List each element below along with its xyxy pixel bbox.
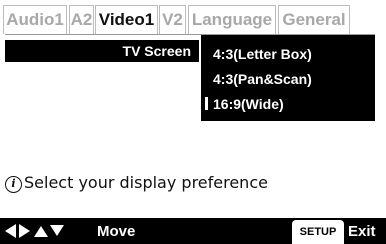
info-line: i Select your display preference	[5, 170, 375, 196]
setting-list: TV Screen	[5, 35, 201, 62]
down-arrow-icon	[50, 225, 64, 236]
setting-tv-screen[interactable]: TV Screen	[5, 40, 199, 62]
tab-language[interactable]: Language	[188, 5, 276, 34]
option-list: 4:3(Letter Box) 4:3(Pan&Scan) 16:9(Wide)	[201, 35, 375, 145]
tab-bar: Audio1 A2 Video1 V2 Language General	[0, 0, 386, 34]
tab-video1[interactable]: Video1	[95, 5, 158, 34]
move-label: Move	[97, 223, 136, 240]
option-wide[interactable]: 16:9(Wide)	[205, 95, 284, 113]
option-wide-label: 16:9(Wide)	[213, 96, 284, 112]
option-letter-box[interactable]: 4:3(Letter Box)	[213, 45, 312, 63]
right-arrow-icon	[19, 224, 30, 238]
exit-label: Exit	[348, 223, 376, 240]
option-list-background: 4:3(Letter Box) 4:3(Pan&Scan) 16:9(Wide)	[201, 35, 375, 121]
tab-general[interactable]: General	[278, 5, 350, 34]
footer-bar: Move SETUP Exit	[0, 218, 386, 244]
up-arrow-icon	[34, 226, 48, 237]
tab-audio1[interactable]: Audio1	[3, 5, 67, 34]
option-pan-scan[interactable]: 4:3(Pan&Scan)	[213, 70, 312, 88]
info-icon: i	[5, 176, 22, 193]
tab-a2[interactable]: A2	[69, 5, 94, 34]
setup-button[interactable]: SETUP	[292, 220, 344, 244]
selection-marker	[205, 97, 208, 110]
info-text: Select your display preference	[24, 173, 268, 192]
tab-v2[interactable]: V2	[159, 5, 186, 34]
left-arrow-icon	[5, 224, 16, 238]
